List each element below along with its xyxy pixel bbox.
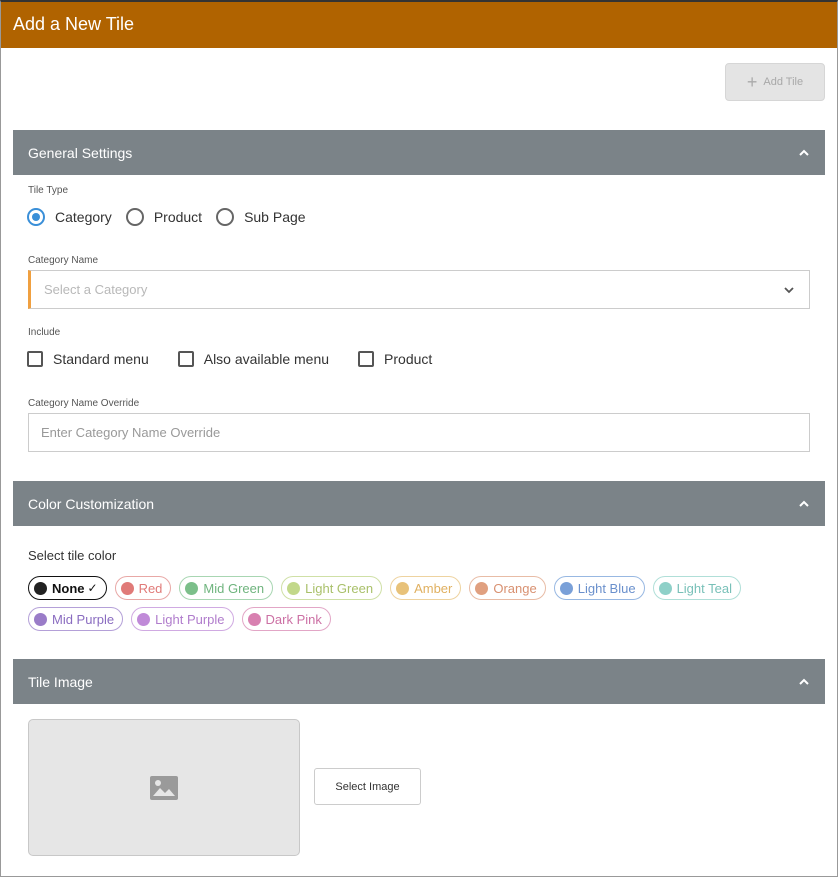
- color-dot-icon: [475, 581, 489, 595]
- color-chip-label: Dark Pink: [265, 611, 322, 627]
- radio-button[interactable]: [27, 208, 45, 226]
- color-customization-header[interactable]: Color Customization: [13, 481, 825, 526]
- color-chip-light-green[interactable]: Light Green: [281, 576, 383, 600]
- color-chip-mid-purple[interactable]: Mid Purple: [28, 607, 124, 631]
- category-name-label: Category Name: [28, 255, 99, 266]
- color-dot-icon: [34, 612, 47, 626]
- checkbox-label: Product: [384, 351, 433, 367]
- color-chip-orange[interactable]: Orange: [469, 576, 546, 600]
- checkbox[interactable]: [177, 351, 194, 367]
- select-image-button[interactable]: Select Image: [314, 768, 421, 805]
- checkmark-icon: ✓: [87, 581, 98, 595]
- color-chip-label: Mid Purple: [52, 611, 115, 627]
- color-dot-icon: [559, 581, 573, 595]
- color-chip-red[interactable]: Red: [114, 576, 172, 600]
- radio-button[interactable]: [216, 208, 235, 226]
- color-chip-light-teal[interactable]: Light Teal: [652, 576, 741, 600]
- page-title-bar: Add a New Tile: [1, 2, 837, 48]
- image-placeholder-icon: [150, 775, 178, 800]
- radio-label: Product: [153, 209, 203, 225]
- color-chip-light-purple[interactable]: Light Purple: [131, 607, 234, 631]
- tile-image-header[interactable]: Tile Image: [13, 659, 825, 704]
- tile-type-radio-group: Category Product Sub Page: [27, 208, 320, 226]
- tile-type-label: Tile Type: [28, 185, 69, 196]
- color-chip-label: Orange: [493, 580, 537, 596]
- color-dot-icon: [137, 612, 151, 626]
- radio-label: Sub Page: [244, 209, 306, 225]
- color-chip-dark-pink[interactable]: Dark Pink: [241, 607, 331, 631]
- color-chip-label: Mid Green: [203, 580, 265, 596]
- image-preview: [28, 719, 300, 856]
- color-chip-label: Light Purple: [155, 611, 225, 627]
- section-title: Color Customization: [28, 495, 155, 512]
- chevron-up-icon[interactable]: [798, 498, 810, 510]
- radio-product[interactable]: Product: [125, 208, 203, 226]
- select-tile-color-label: Select tile color: [28, 548, 117, 563]
- category-name-override-label: Category Name Override: [28, 398, 140, 409]
- checkbox-also-available-menu[interactable]: Also available menu: [177, 351, 330, 367]
- section-title: General Settings: [28, 144, 133, 161]
- color-dot-icon: [120, 581, 134, 595]
- chevron-up-icon[interactable]: [798, 676, 810, 688]
- checkbox-label: Standard menu: [53, 351, 149, 367]
- color-chip-mid-green[interactable]: Mid Green: [179, 576, 274, 600]
- radio-label: Category: [55, 209, 112, 225]
- color-chip-light-blue[interactable]: Light Blue: [553, 576, 645, 600]
- add-tile-button[interactable]: + Add Tile: [725, 63, 825, 101]
- category-name-override-input[interactable]: [28, 413, 810, 452]
- color-chip-label: Light Blue: [577, 580, 636, 596]
- color-chip-amber[interactable]: Amber: [390, 576, 462, 600]
- page-title: Add a New Tile: [13, 14, 135, 34]
- add-tile-label: Add Tile: [763, 76, 804, 88]
- category-select-placeholder: Select a Category: [44, 282, 148, 297]
- checkbox-label: Also available menu: [203, 351, 330, 367]
- color-dot-icon: [287, 581, 301, 595]
- color-chip-label: Amber: [414, 580, 453, 596]
- color-chip-label: Light Green: [305, 580, 374, 596]
- color-dot-icon: [396, 581, 410, 595]
- chevron-down-icon[interactable]: [782, 283, 796, 297]
- color-chip-label: Light Teal: [676, 580, 732, 596]
- plus-icon: +: [746, 72, 758, 92]
- color-dot-icon: [34, 581, 47, 595]
- checkbox-product[interactable]: Product: [358, 351, 432, 367]
- radio-sub-page[interactable]: Sub Page: [216, 208, 306, 226]
- chevron-up-icon[interactable]: [798, 147, 810, 159]
- include-checkbox-group: Standard menu Also available menu Produc…: [27, 351, 461, 367]
- general-settings-header[interactable]: General Settings: [13, 130, 825, 175]
- radio-category[interactable]: Category: [27, 208, 112, 226]
- section-title: Tile Image: [28, 673, 93, 690]
- color-dot-icon: [185, 581, 199, 595]
- color-dot-icon: [247, 612, 261, 626]
- color-chip-none[interactable]: None ✓: [28, 576, 107, 600]
- color-chip-label: Red: [138, 580, 163, 596]
- color-dot-icon: [658, 581, 672, 595]
- color-chip-list: None ✓ Red Mid Green Light Green Amber Orange L…: [28, 576, 818, 631]
- color-chip-label: None: [52, 580, 85, 596]
- category-select[interactable]: Select a Category: [28, 270, 810, 309]
- include-label: Include: [28, 327, 61, 338]
- checkbox-standard-menu[interactable]: Standard menu: [27, 351, 149, 367]
- radio-button[interactable]: [125, 208, 144, 226]
- checkbox[interactable]: [358, 351, 375, 367]
- checkbox[interactable]: [27, 351, 43, 367]
